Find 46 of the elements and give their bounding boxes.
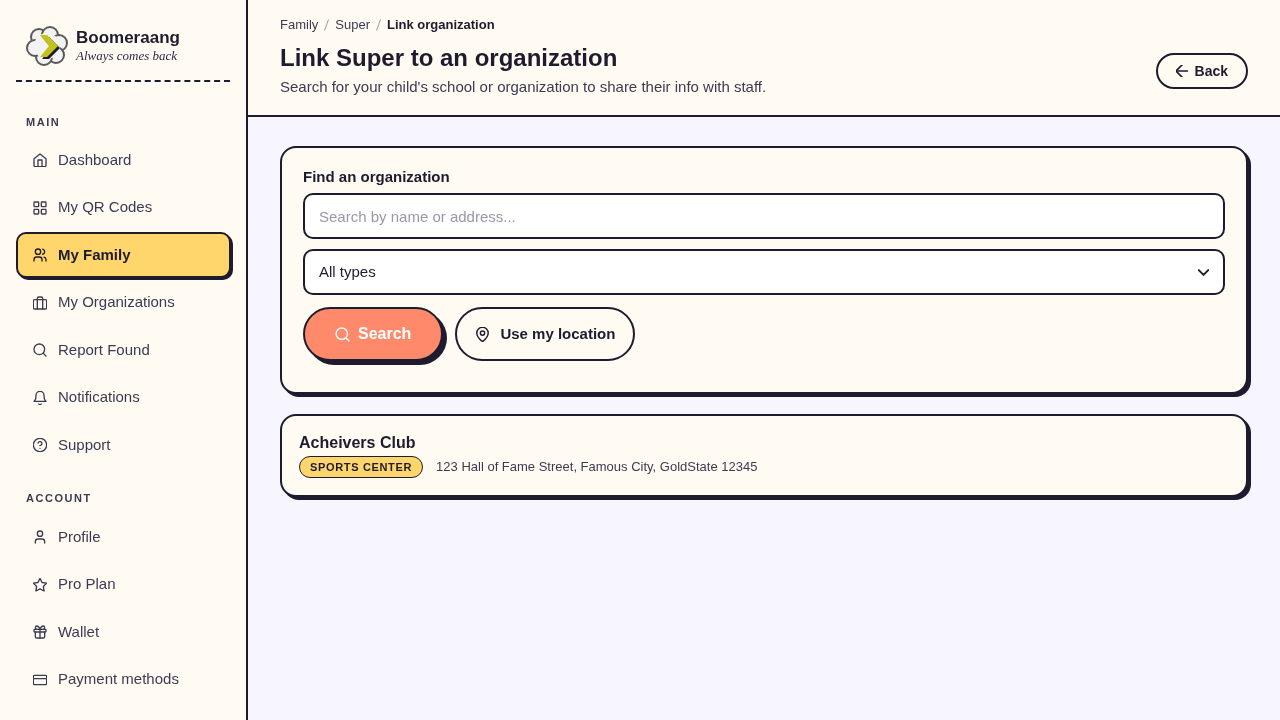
chevron-logo-icon <box>26 26 69 66</box>
sidebar-item[interactable]: My Family <box>16 232 231 278</box>
section-heading: MAIN <box>25 115 62 130</box>
brand-tagline: Always comes back <box>76 48 179 64</box>
star-icon <box>33 577 47 592</box>
grid-icon <box>33 200 47 215</box>
organization-name: Acheivers Club <box>299 433 417 453</box>
sidebar-item[interactable]: Dashboard <box>16 137 231 183</box>
user-icon <box>33 530 47 544</box>
search-field[interactable]: Search by name or address... <box>303 193 1225 239</box>
section-heading: ACCOUNT <box>25 491 93 506</box>
breadcrumb-item[interactable]: Family <box>280 16 319 34</box>
home-icon <box>33 153 47 167</box>
slash-icon <box>324 19 330 31</box>
back-button[interactable]: Back <box>1155 53 1248 89</box>
sidebar-item[interactable]: My QR Codes <box>16 184 231 231</box>
sidebar-item[interactable]: Support <box>16 422 231 468</box>
organization-address: 123 Hall of Fame Street, Famous City, GoldState 12345 <box>436 458 758 477</box>
slash-icon <box>376 19 381 31</box>
card-heading: Find an organization <box>303 167 451 187</box>
gift-icon <box>33 625 47 639</box>
sidebar-item[interactable]: Profile <box>16 514 231 560</box>
result-card[interactable]: Acheivers Club SPORTS CENTER 123 Hall of Fame Street, Famous City, GoldState 12345 <box>280 414 1248 497</box>
sidebar-item[interactable]: Wallet <box>16 609 231 655</box>
help-icon <box>33 438 47 452</box>
type-badge: SPORTS CENTER <box>299 456 424 478</box>
sidebar-item[interactable]: Payment methods <box>16 656 231 703</box>
credit-card-icon <box>33 672 47 687</box>
location-button[interactable]: Use my location <box>455 307 636 361</box>
bell-icon <box>33 390 47 405</box>
search-icon <box>335 326 350 342</box>
brand-name: Boomeraang <box>76 28 180 48</box>
sidebar-item[interactable]: Report Found <box>16 327 231 373</box>
page-title: Link Super to an organization <box>280 43 619 73</box>
breadcrumb-item[interactable]: Super <box>335 16 370 34</box>
sidebar-item[interactable]: Notifications <box>16 374 231 421</box>
briefcase-icon <box>33 295 47 310</box>
breadcrumb-item: Link organization <box>387 16 495 34</box>
page-subtitle: Search for your child's school or organization to share their info with staff. <box>280 77 767 97</box>
chevron-down-icon <box>1198 268 1209 276</box>
map-pin-icon <box>475 326 491 342</box>
sidebar-item[interactable]: My Organizations <box>16 279 231 326</box>
sidebar-item[interactable]: Pro Plan <box>16 561 231 608</box>
users-icon <box>33 248 47 262</box>
search-icon <box>33 343 47 357</box>
type-select[interactable]: All types <box>303 249 1225 295</box>
